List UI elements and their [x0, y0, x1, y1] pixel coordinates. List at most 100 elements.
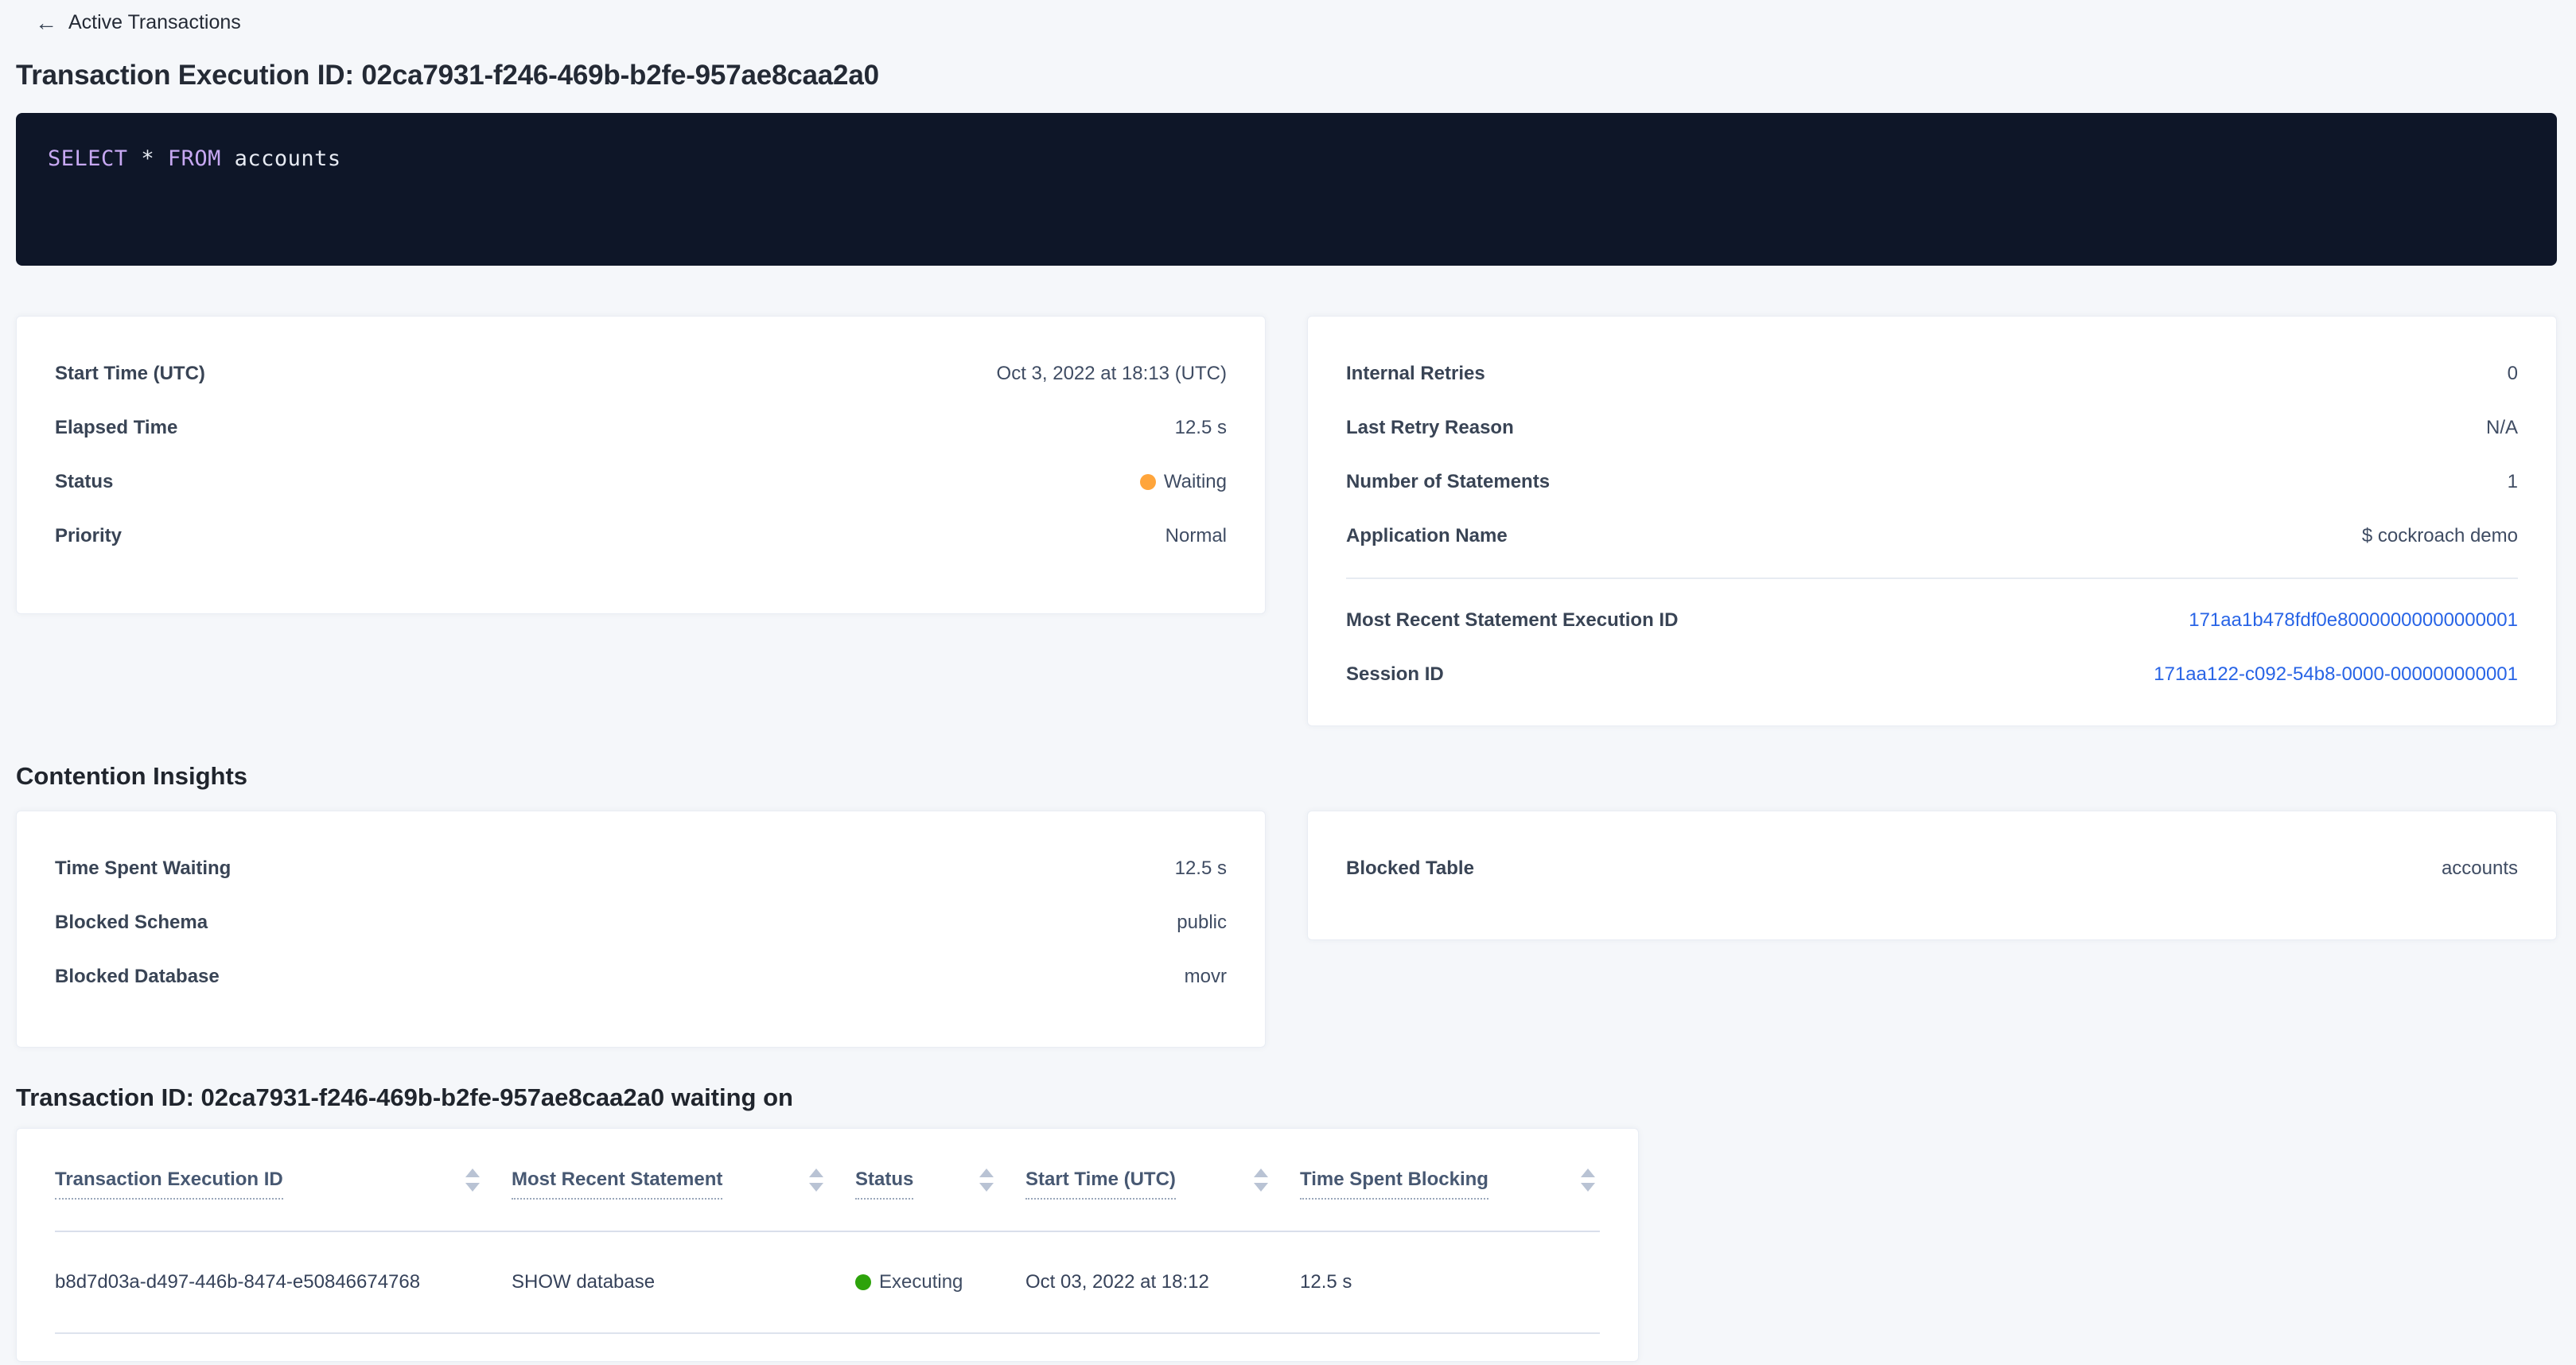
sort-desc-icon — [979, 1183, 994, 1192]
column-header-label: Transaction Execution ID — [55, 1169, 283, 1200]
sql-star: * — [141, 146, 154, 171]
row-value: Normal — [1165, 525, 1227, 547]
sort-desc-icon — [809, 1183, 823, 1192]
session-id-link[interactable]: 171aa122-c092-54b8-0000-000000000001 — [2154, 663, 2518, 686]
contention-row-time-spent-waiting: Time Spent Waiting 12.5 s — [55, 842, 1227, 896]
row-value: 0 — [2508, 363, 2518, 385]
row-value: movr — [1185, 966, 1227, 988]
column-header-label: Status — [855, 1169, 913, 1200]
cell-most-recent-statement: SHOW database — [512, 1271, 855, 1293]
row-label: Number of Statements — [1346, 471, 1550, 493]
row-value: accounts — [2442, 858, 2518, 880]
cell-time-spent-blocking: 12.5 s — [1300, 1271, 1600, 1293]
summary-row-session-id: Session ID 171aa122-c092-54b8-0000-00000… — [1346, 648, 2518, 702]
row-label: Elapsed Time — [55, 417, 177, 439]
table-row: b8d7d03a-d497-446b-8474-e50846674768 SHO… — [55, 1232, 1600, 1334]
column-header-label: Time Spent Blocking — [1300, 1169, 1488, 1200]
column-header-status[interactable]: Status — [855, 1165, 1025, 1196]
summary-row-application-name: Application Name $ cockroach demo — [1346, 509, 2518, 563]
summary-row-elapsed-time: Elapsed Time 12.5 s — [55, 401, 1227, 455]
sort-icon[interactable] — [979, 1169, 994, 1192]
summary-row-priority: Priority Normal — [55, 509, 1227, 563]
summary-row-last-retry-reason: Last Retry Reason N/A — [1346, 401, 2518, 455]
column-header-label: Start Time (UTC) — [1025, 1169, 1176, 1200]
column-header-transaction-execution-id[interactable]: Transaction Execution ID — [55, 1165, 512, 1196]
column-header-label: Most Recent Statement — [512, 1169, 722, 1200]
row-label: Internal Retries — [1346, 363, 1485, 385]
page-title: Transaction Execution ID: 02ca7931-f246-… — [16, 60, 2557, 91]
sql-statement: SELECT * FROM accounts — [48, 146, 2525, 171]
summary-row-number-of-statements: Number of Statements 1 — [1346, 455, 2518, 509]
sql-keyword: FROM — [168, 146, 221, 171]
status-waiting-dot-icon — [1140, 474, 1156, 490]
sort-icon[interactable] — [465, 1169, 480, 1192]
row-label: Last Retry Reason — [1346, 417, 1514, 439]
contention-card-right: Blocked Table accounts — [1307, 811, 2557, 940]
back-to-active-transactions-link[interactable]: ← Active Transactions — [35, 11, 241, 34]
sort-asc-icon — [465, 1169, 480, 1177]
sql-statement-box: SELECT * FROM accounts — [16, 113, 2557, 266]
column-header-time-spent-blocking[interactable]: Time Spent Blocking — [1300, 1165, 1600, 1196]
contention-row-blocked-database: Blocked Database movr — [55, 950, 1227, 1004]
sort-asc-icon — [979, 1169, 994, 1177]
sort-desc-icon — [1581, 1183, 1595, 1192]
row-value: 1 — [2508, 471, 2518, 493]
sort-desc-icon — [465, 1183, 480, 1192]
summary-cards-row: Start Time (UTC) Oct 3, 2022 at 18:13 (U… — [16, 316, 2557, 726]
contention-insights-heading: Contention Insights — [16, 762, 2557, 791]
row-value: Oct 3, 2022 at 18:13 (UTC) — [997, 363, 1227, 385]
sql-keyword: SELECT — [48, 146, 128, 171]
row-value: N/A — [2486, 417, 2518, 439]
sort-asc-icon — [1581, 1169, 1595, 1177]
top-bar: ← Active Transactions — [0, 0, 2576, 34]
row-label: Start Time (UTC) — [55, 363, 205, 385]
row-label: Priority — [55, 525, 122, 547]
row-label: Blocked Database — [55, 966, 220, 988]
status-text: Waiting — [1164, 471, 1227, 493]
row-label: Time Spent Waiting — [55, 858, 231, 880]
sort-asc-icon — [1254, 1169, 1268, 1177]
waiting-on-table: Transaction Execution ID Most Recent Sta… — [16, 1128, 1639, 1362]
column-header-start-time[interactable]: Start Time (UTC) — [1025, 1165, 1300, 1196]
cell-start-time: Oct 03, 2022 at 18:12 — [1025, 1271, 1300, 1293]
contention-row-blocked-schema: Blocked Schema public — [55, 896, 1227, 950]
contention-card-left: Time Spent Waiting 12.5 s Blocked Schema… — [16, 811, 1266, 1048]
summary-row-most-recent-statement-execution-id: Most Recent Statement Execution ID 171aa… — [1346, 593, 2518, 648]
sort-icon[interactable] — [809, 1169, 823, 1192]
row-label: Blocked Table — [1346, 858, 1474, 880]
summary-row-internal-retries: Internal Retries 0 — [1346, 347, 2518, 401]
row-label: Status — [55, 471, 113, 493]
row-value: public — [1177, 912, 1227, 934]
summary-row-start-time: Start Time (UTC) Oct 3, 2022 at 18:13 (U… — [55, 347, 1227, 401]
table-header-row: Transaction Execution ID Most Recent Sta… — [55, 1129, 1600, 1232]
status-text: Executing — [879, 1271, 963, 1293]
status-value: Waiting — [1140, 471, 1227, 493]
row-label: Blocked Schema — [55, 912, 208, 934]
back-link-label: Active Transactions — [68, 11, 241, 34]
summary-card-statements: Internal Retries 0 Last Retry Reason N/A… — [1307, 316, 2557, 726]
sort-asc-icon — [809, 1169, 823, 1177]
contention-cards-row: Time Spent Waiting 12.5 s Blocked Schema… — [16, 811, 2557, 1048]
summary-card-transaction: Start Time (UTC) Oct 3, 2022 at 18:13 (U… — [16, 316, 1266, 614]
row-label: Session ID — [1346, 663, 1444, 686]
sort-icon[interactable] — [1254, 1169, 1268, 1192]
row-label: Application Name — [1346, 525, 1508, 547]
row-value: $ cockroach demo — [2362, 525, 2518, 547]
row-label: Most Recent Statement Execution ID — [1346, 609, 1678, 632]
column-header-most-recent-statement[interactable]: Most Recent Statement — [512, 1165, 855, 1196]
summary-row-status: Status Waiting — [55, 455, 1227, 509]
sql-table-name: accounts — [235, 146, 341, 171]
cell-transaction-execution-id: b8d7d03a-d497-446b-8474-e50846674768 — [55, 1271, 512, 1293]
statement-execution-id-link[interactable]: 171aa1b478fdf0e80000000000000001 — [2189, 609, 2518, 632]
row-value: 12.5 s — [1175, 858, 1227, 880]
waiting-on-heading: Transaction ID: 02ca7931-f246-469b-b2fe-… — [16, 1083, 2557, 1112]
sort-icon[interactable] — [1581, 1169, 1595, 1192]
status-value: Executing — [855, 1271, 1002, 1293]
contention-row-blocked-table: Blocked Table accounts — [1346, 842, 2518, 896]
card-divider — [1346, 578, 2518, 579]
status-executing-dot-icon — [855, 1274, 871, 1290]
cell-status: Executing — [855, 1271, 1025, 1293]
sort-desc-icon — [1254, 1183, 1268, 1192]
row-value: 12.5 s — [1175, 417, 1227, 439]
back-arrow-icon: ← — [35, 12, 57, 34]
